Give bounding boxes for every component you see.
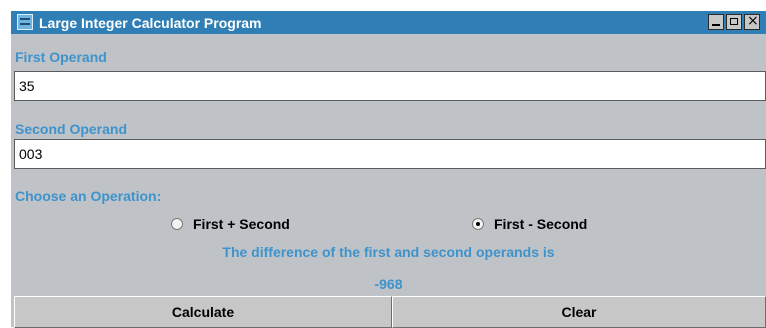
close-icon[interactable] bbox=[744, 13, 760, 30]
radio-add[interactable]: First + Second bbox=[171, 216, 290, 232]
calculator-window: Large Integer Calculator Program First O… bbox=[10, 10, 766, 328]
app-icon bbox=[17, 14, 33, 30]
maximize-icon[interactable] bbox=[726, 14, 742, 30]
window-controls bbox=[708, 13, 760, 30]
first-operand-label: First Operand bbox=[15, 49, 107, 65]
minimize-icon[interactable] bbox=[708, 14, 724, 30]
first-operand-input[interactable]: 35 bbox=[14, 71, 766, 101]
choose-operation-label: Choose an Operation: bbox=[15, 188, 162, 204]
clear-button[interactable]: Clear bbox=[392, 296, 766, 328]
result-value: -968 bbox=[374, 276, 403, 292]
title-bar[interactable]: Large Integer Calculator Program bbox=[11, 11, 766, 34]
calculate-button[interactable]: Calculate bbox=[14, 296, 392, 328]
second-operand-input[interactable]: 003 bbox=[14, 139, 766, 169]
second-operand-label: Second Operand bbox=[15, 121, 128, 137]
radio-add-label: First + Second bbox=[193, 216, 290, 232]
radio-subtract[interactable]: First - Second bbox=[472, 216, 587, 232]
result-message: The difference of the first and second o… bbox=[222, 244, 555, 260]
window-title: Large Integer Calculator Program bbox=[39, 15, 262, 31]
radio-subtract-label: First - Second bbox=[494, 216, 588, 232]
radio-subtract-circle[interactable] bbox=[472, 218, 484, 230]
radio-add-circle[interactable] bbox=[171, 218, 183, 230]
